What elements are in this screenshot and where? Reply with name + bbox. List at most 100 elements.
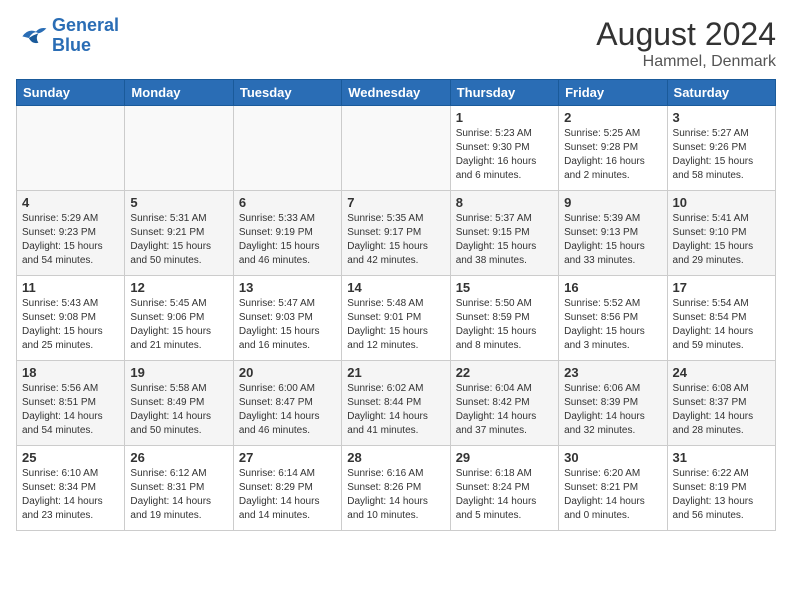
calendar-header: Sunday Monday Tuesday Wednesday Thursday…: [17, 80, 776, 106]
month-year-title: August 2024: [596, 16, 776, 53]
day-info: Sunrise: 5:56 AM Sunset: 8:51 PM Dayligh…: [22, 382, 119, 438]
day-number: 26: [130, 450, 227, 465]
day-info: Sunrise: 5:48 AM Sunset: 9:01 PM Dayligh…: [347, 297, 444, 353]
day-number: 1: [456, 110, 553, 125]
calendar-cell: [233, 106, 341, 191]
location-subtitle: Hammel, Denmark: [596, 53, 776, 71]
calendar-cell: 16 Sunrise: 5:52 AM Sunset: 8:56 PM Dayli…: [559, 276, 667, 361]
calendar-cell: 1 Sunrise: 5:23 AM Sunset: 9:30 PM Daylig…: [450, 106, 558, 191]
day-info: Sunrise: 5:39 AM Sunset: 9:13 PM Dayligh…: [564, 212, 661, 268]
page-header: General Blue August 2024 Hammel, Denmark: [16, 16, 776, 71]
day-info: Sunrise: 5:50 AM Sunset: 8:59 PM Dayligh…: [456, 297, 553, 353]
logo-text: General Blue: [52, 16, 119, 56]
day-number: 19: [130, 365, 227, 380]
day-info: Sunrise: 5:52 AM Sunset: 8:56 PM Dayligh…: [564, 297, 661, 353]
calendar-cell: 31Sunrise: 6:22 AM Sunset: 8:19 PM Dayli…: [667, 446, 775, 531]
day-number: 25: [22, 450, 119, 465]
day-number: 8: [456, 195, 553, 210]
day-info: Sunrise: 6:10 AM Sunset: 8:34 PM Dayligh…: [22, 467, 119, 523]
calendar-cell: 17Sunrise: 5:54 AM Sunset: 8:54 PM Dayli…: [667, 276, 775, 361]
calendar-cell: 8 Sunrise: 5:37 AM Sunset: 9:15 PM Daylig…: [450, 191, 558, 276]
header-thursday: Thursday: [450, 80, 558, 106]
calendar-cell: 27 Sunrise: 6:14 AM Sunset: 8:29 PM Dayli…: [233, 446, 341, 531]
calendar-cell: 7Sunrise: 5:35 AM Sunset: 9:17 PM Daylig…: [342, 191, 450, 276]
calendar-cell: [17, 106, 125, 191]
day-number: 5: [130, 195, 227, 210]
day-info: Sunrise: 5:27 AM Sunset: 9:26 PM Dayligh…: [673, 127, 770, 183]
day-number: 27: [239, 450, 336, 465]
day-number: 10: [673, 195, 770, 210]
calendar-cell: 21 Sunrise: 6:02 AM Sunset: 8:44 PM Dayli…: [342, 361, 450, 446]
day-number: 17: [673, 280, 770, 295]
day-info: Sunrise: 5:25 AM Sunset: 9:28 PM Dayligh…: [564, 127, 661, 183]
header-wednesday: Wednesday: [342, 80, 450, 106]
day-info: Sunrise: 6:18 AM Sunset: 8:24 PM Dayligh…: [456, 467, 553, 523]
calendar-cell: 15 Sunrise: 5:50 AM Sunset: 8:59 PM Dayli…: [450, 276, 558, 361]
calendar-cell: 30 Sunrise: 6:20 AM Sunset: 8:21 PM Dayli…: [559, 446, 667, 531]
calendar-body: 1 Sunrise: 5:23 AM Sunset: 9:30 PM Daylig…: [17, 106, 776, 531]
day-number: 11: [22, 280, 119, 295]
calendar-cell: 4Sunrise: 5:29 AM Sunset: 9:23 PM Daylig…: [17, 191, 125, 276]
day-number: 3: [673, 110, 770, 125]
calendar-cell: 2 Sunrise: 5:25 AM Sunset: 9:28 PM Daylig…: [559, 106, 667, 191]
calendar-week-2: 4Sunrise: 5:29 AM Sunset: 9:23 PM Daylig…: [17, 191, 776, 276]
calendar-cell: 5Sunrise: 5:31 AM Sunset: 9:21 PM Daylig…: [125, 191, 233, 276]
calendar-cell: 19 Sunrise: 5:58 AM Sunset: 8:49 PM Dayli…: [125, 361, 233, 446]
calendar-cell: 3 Sunrise: 5:27 AM Sunset: 9:26 PM Daylig…: [667, 106, 775, 191]
calendar-cell: [125, 106, 233, 191]
day-info: Sunrise: 5:58 AM Sunset: 8:49 PM Dayligh…: [130, 382, 227, 438]
day-info: Sunrise: 6:06 AM Sunset: 8:39 PM Dayligh…: [564, 382, 661, 438]
day-number: 31: [673, 450, 770, 465]
day-number: 9: [564, 195, 661, 210]
day-number: 15: [456, 280, 553, 295]
day-number: 13: [239, 280, 336, 295]
day-info: Sunrise: 5:37 AM Sunset: 9:15 PM Dayligh…: [456, 212, 553, 268]
calendar-cell: 13 Sunrise: 5:47 AM Sunset: 9:03 PM Dayli…: [233, 276, 341, 361]
calendar-cell: 29 Sunrise: 6:18 AM Sunset: 8:24 PM Dayli…: [450, 446, 558, 531]
header-row: Sunday Monday Tuesday Wednesday Thursday…: [17, 80, 776, 106]
day-info: Sunrise: 5:33 AM Sunset: 9:19 PM Dayligh…: [239, 212, 336, 268]
calendar-cell: [342, 106, 450, 191]
calendar-cell: 6 Sunrise: 5:33 AM Sunset: 9:19 PM Daylig…: [233, 191, 341, 276]
logo: General Blue: [16, 16, 119, 56]
day-number: 30: [564, 450, 661, 465]
day-info: Sunrise: 6:02 AM Sunset: 8:44 PM Dayligh…: [347, 382, 444, 438]
calendar-cell: 10 Sunrise: 5:41 AM Sunset: 9:10 PM Dayli…: [667, 191, 775, 276]
day-number: 23: [564, 365, 661, 380]
day-number: 16: [564, 280, 661, 295]
calendar-week-1: 1 Sunrise: 5:23 AM Sunset: 9:30 PM Daylig…: [17, 106, 776, 191]
day-number: 6: [239, 195, 336, 210]
day-info: Sunrise: 6:00 AM Sunset: 8:47 PM Dayligh…: [239, 382, 336, 438]
day-number: 20: [239, 365, 336, 380]
day-number: 21: [347, 365, 444, 380]
header-saturday: Saturday: [667, 80, 775, 106]
day-info: Sunrise: 6:12 AM Sunset: 8:31 PM Dayligh…: [130, 467, 227, 523]
header-sunday: Sunday: [17, 80, 125, 106]
calendar-cell: 20 Sunrise: 6:00 AM Sunset: 8:47 PM Dayli…: [233, 361, 341, 446]
day-number: 14: [347, 280, 444, 295]
calendar-cell: 14 Sunrise: 5:48 AM Sunset: 9:01 PM Dayli…: [342, 276, 450, 361]
day-info: Sunrise: 5:41 AM Sunset: 9:10 PM Dayligh…: [673, 212, 770, 268]
day-info: Sunrise: 5:23 AM Sunset: 9:30 PM Dayligh…: [456, 127, 553, 183]
calendar-week-4: 18 Sunrise: 5:56 AM Sunset: 8:51 PM Dayli…: [17, 361, 776, 446]
title-area: August 2024 Hammel, Denmark: [596, 16, 776, 71]
calendar-week-3: 11Sunrise: 5:43 AM Sunset: 9:08 PM Dayli…: [17, 276, 776, 361]
day-info: Sunrise: 5:47 AM Sunset: 9:03 PM Dayligh…: [239, 297, 336, 353]
calendar-cell: 28Sunrise: 6:16 AM Sunset: 8:26 PM Dayli…: [342, 446, 450, 531]
calendar-cell: 24Sunrise: 6:08 AM Sunset: 8:37 PM Dayli…: [667, 361, 775, 446]
day-number: 18: [22, 365, 119, 380]
header-friday: Friday: [559, 80, 667, 106]
day-info: Sunrise: 6:08 AM Sunset: 8:37 PM Dayligh…: [673, 382, 770, 438]
calendar-week-5: 25 Sunrise: 6:10 AM Sunset: 8:34 PM Dayli…: [17, 446, 776, 531]
day-info: Sunrise: 5:35 AM Sunset: 9:17 PM Dayligh…: [347, 212, 444, 268]
calendar-cell: 12Sunrise: 5:45 AM Sunset: 9:06 PM Dayli…: [125, 276, 233, 361]
day-number: 2: [564, 110, 661, 125]
calendar-cell: 25 Sunrise: 6:10 AM Sunset: 8:34 PM Dayli…: [17, 446, 125, 531]
calendar-table: Sunday Monday Tuesday Wednesday Thursday…: [16, 79, 776, 531]
calendar-cell: 18 Sunrise: 5:56 AM Sunset: 8:51 PM Dayli…: [17, 361, 125, 446]
day-info: Sunrise: 6:20 AM Sunset: 8:21 PM Dayligh…: [564, 467, 661, 523]
day-number: 29: [456, 450, 553, 465]
header-tuesday: Tuesday: [233, 80, 341, 106]
day-number: 28: [347, 450, 444, 465]
day-info: Sunrise: 6:14 AM Sunset: 8:29 PM Dayligh…: [239, 467, 336, 523]
